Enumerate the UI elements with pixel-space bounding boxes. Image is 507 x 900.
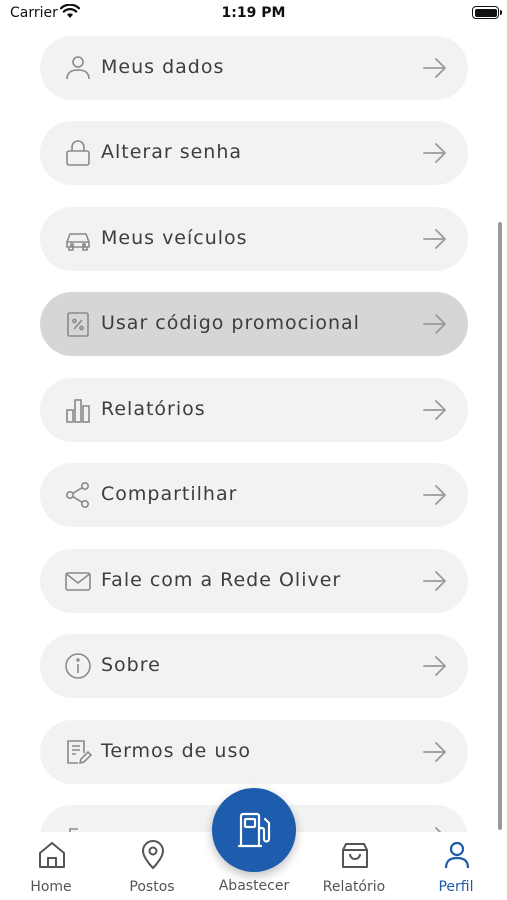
menu-item-label: Meus dados — [101, 56, 225, 78]
arrow-right-icon — [423, 742, 446, 762]
profile-menu: Meus dados Alterar senha Meus veículos U… — [0, 0, 507, 832]
arrow-right-icon — [423, 400, 446, 420]
menu-item-label: Compartilhar — [101, 483, 238, 505]
abastecer-button[interactable] — [212, 788, 296, 872]
menu-item-label: Meus veículos — [101, 227, 248, 249]
menu-item-meus-veiculos[interactable]: Meus veículos — [40, 207, 468, 271]
fuel-pump-icon — [237, 812, 271, 848]
info-icon — [65, 653, 91, 679]
menu-item-termos-de-uso[interactable]: Termos de uso — [40, 720, 468, 784]
menu-item-sobre[interactable]: Sobre — [40, 634, 468, 698]
percent-icon — [67, 312, 89, 337]
tab-label: Relatório — [322, 879, 386, 895]
arrow-right-icon — [423, 143, 446, 163]
tab-relatorio[interactable]: Relatório — [309, 832, 399, 900]
car-icon — [66, 233, 90, 251]
menu-item-alterar-senha[interactable]: Alterar senha — [40, 121, 468, 185]
menu-item-label: Termos de uso — [101, 740, 251, 762]
tab-home[interactable]: Home — [6, 832, 96, 900]
menu-item-label: Fale com a Rede Oliver — [101, 569, 342, 591]
arrow-right-icon — [423, 314, 446, 334]
bar-chart-icon — [66, 399, 90, 423]
tab-label: Perfil — [438, 879, 474, 895]
menu-item-label: Alterar senha — [101, 141, 243, 163]
menu-item-fale-conosco[interactable]: Fale com a Rede Oliver — [40, 549, 468, 613]
abastecer-label: Abastecer — [218, 878, 290, 894]
mail-icon — [65, 572, 91, 591]
tab-label: Home — [30, 879, 72, 895]
menu-item-label: Usar código promocional — [101, 312, 360, 334]
document-icon — [67, 740, 92, 765]
arrow-right-icon — [435, 827, 442, 832]
arrow-right-icon — [423, 485, 446, 505]
menu-item-codigo-promocional[interactable]: Usar código promocional — [40, 292, 468, 356]
tab-label: Postos — [129, 879, 175, 895]
user-icon — [66, 56, 90, 80]
arrow-right-icon — [423, 571, 446, 591]
arrow-right-icon — [423, 229, 446, 249]
user-icon — [444, 841, 470, 869]
home-icon — [39, 842, 65, 868]
arrow-right-icon — [423, 58, 446, 78]
scrollbar[interactable] — [498, 222, 502, 830]
arrow-right-icon — [423, 656, 446, 676]
menu-item-compartilhar[interactable]: Compartilhar — [40, 463, 468, 527]
menu-item-meus-dados[interactable]: Meus dados — [40, 36, 468, 100]
menu-item-label: Relatórios — [101, 398, 206, 420]
location-pin-icon — [141, 840, 165, 870]
menu-item-label: Sobre — [101, 654, 161, 676]
menu-item-icon — [69, 828, 78, 832]
shopping-bag-icon — [342, 843, 368, 868]
lock-icon — [66, 140, 90, 166]
share-icon — [65, 481, 89, 508]
menu-item-relatorios[interactable]: Relatórios — [40, 378, 468, 442]
tab-postos[interactable]: Postos — [107, 832, 197, 900]
tab-perfil[interactable]: Perfil — [411, 832, 501, 900]
